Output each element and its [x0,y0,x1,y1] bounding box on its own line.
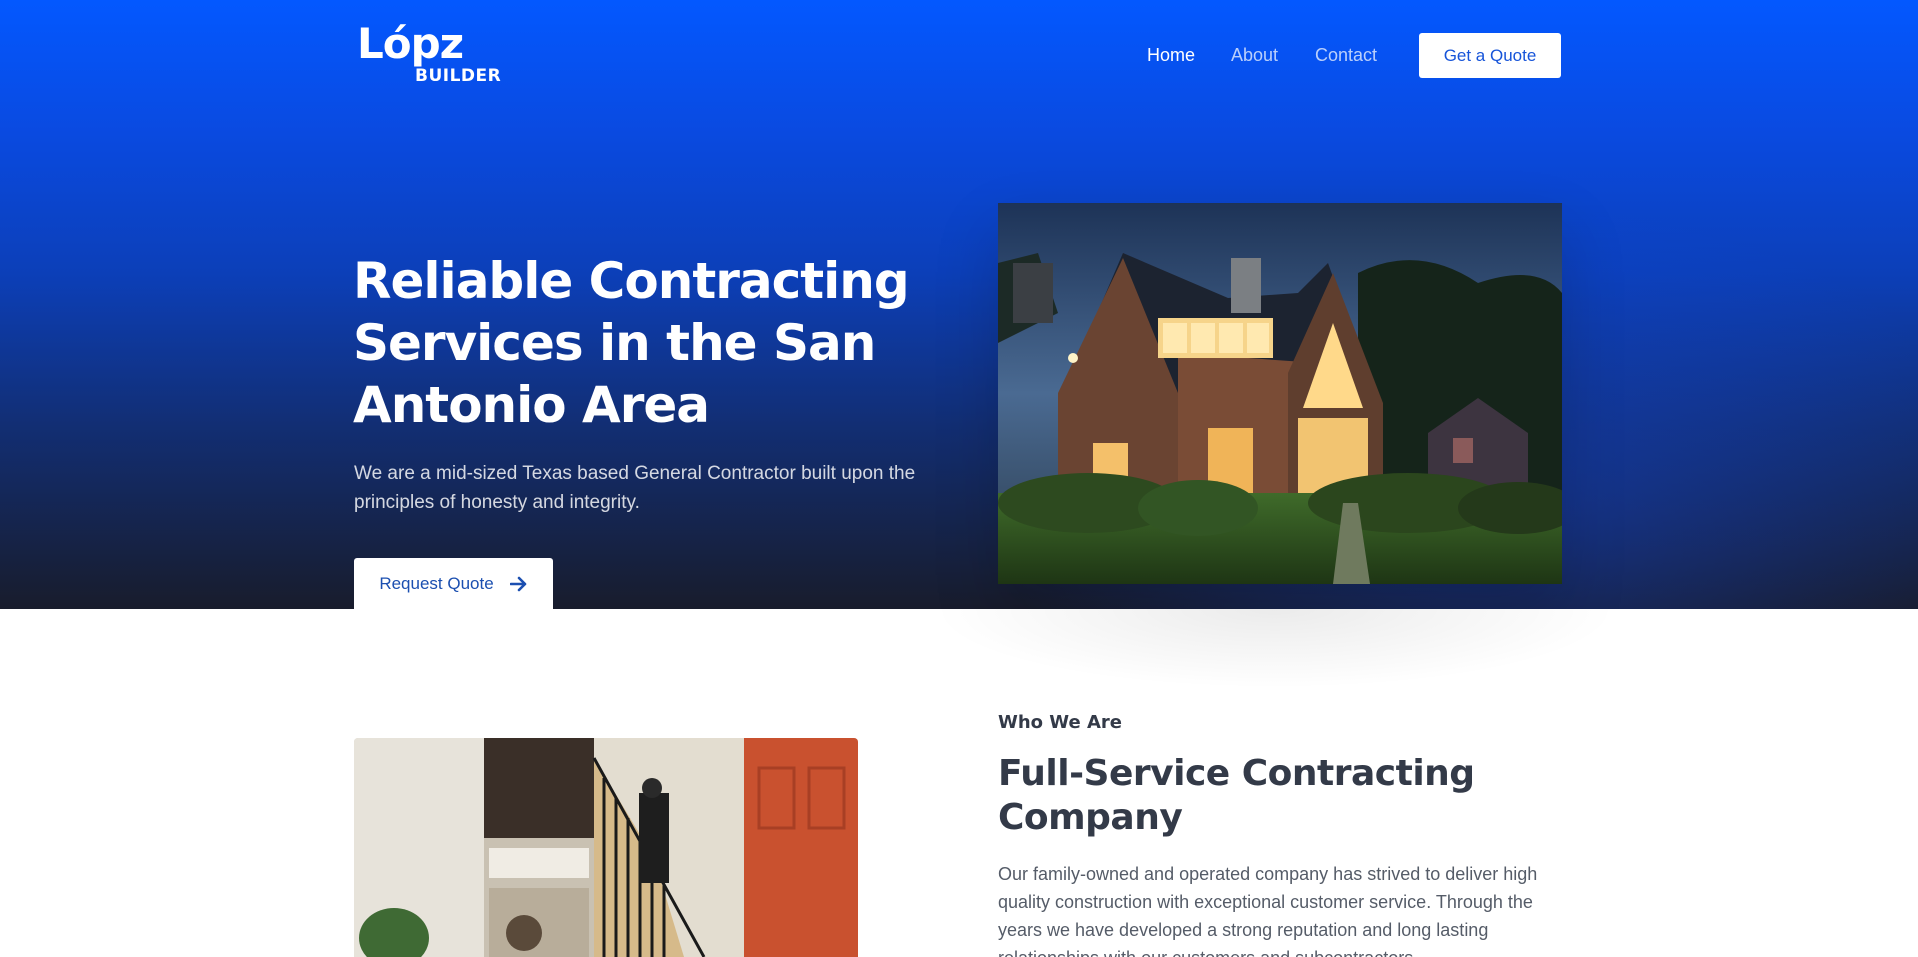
interior-staircase-photo [354,738,858,957]
logo-tagline: BUILDER [415,66,502,86]
hero-image-shadow [930,609,1620,689]
section-body: Our family-owned and operated company ha… [998,864,1538,957]
logo-wordmark: Lópz [357,19,464,68]
hero-section: Lópz BUILDER Home About Contact Get a Qu… [0,0,1918,609]
brand-logo[interactable]: Lópz BUILDER [357,19,501,90]
request-quote-button[interactable]: Request Quote [354,558,553,609]
nav-item-contact[interactable]: Contact [1315,33,1377,77]
house-at-dusk-photo [998,203,1562,584]
arrow-right-icon [509,576,526,591]
section-title: Full-Service Contracting Company [998,753,1475,838]
request-quote-label: Request Quote [379,573,494,593]
section-eyebrow: Who We Are [998,712,1123,733]
nav-item-about[interactable]: About [1231,33,1278,77]
nav-item-home[interactable]: Home [1147,33,1195,77]
hero-subtitle: We are a mid-sized Texas based General C… [354,463,916,513]
get-a-quote-button[interactable]: Get a Quote [1419,33,1561,78]
hero-title: Reliable Contracting Services in the San… [353,252,910,434]
